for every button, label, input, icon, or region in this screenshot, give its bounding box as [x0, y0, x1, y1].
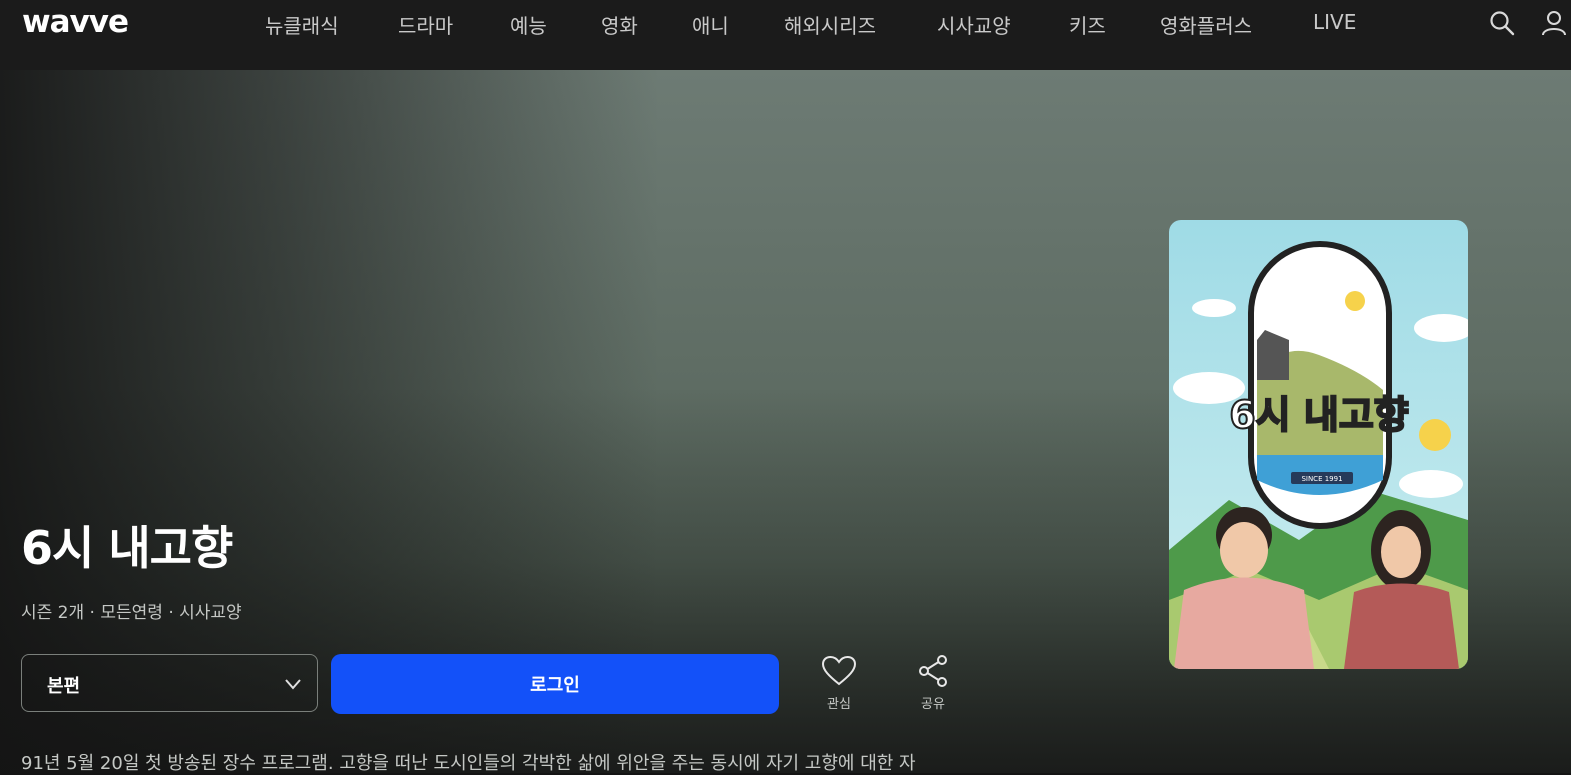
- nav-item-movie-plus[interactable]: 영화플러스: [1160, 10, 1252, 39]
- nav-item-overseas-series[interactable]: 해외시리즈: [784, 10, 876, 39]
- like-button[interactable]: 관심: [814, 655, 864, 717]
- nav-item-live[interactable]: LIVE: [1313, 10, 1356, 34]
- heart-icon: [821, 655, 857, 686]
- episode-select-value: 본편: [47, 676, 81, 697]
- nav-item-kids[interactable]: 키즈: [1069, 10, 1106, 39]
- nav-item-entertainment[interactable]: 예능: [510, 10, 547, 39]
- nav-item-movie[interactable]: 영화: [601, 10, 638, 39]
- login-button[interactable]: 로그인: [331, 654, 779, 714]
- program-meta: 시즌 2개 · 모든연령 · 시사교양: [21, 603, 242, 623]
- poster-illustration: SINCE 1991 6시 내고향: [1169, 220, 1468, 669]
- poster-logo-text: 6시 내고향: [1229, 393, 1409, 437]
- episode-select[interactable]: 본편: [21, 654, 318, 712]
- share-button[interactable]: 공유: [908, 655, 958, 717]
- wavve-logo[interactable]: wavve: [22, 4, 129, 40]
- program-title: 6시 내고향: [21, 521, 233, 575]
- program-description: 91년 5월 20일 첫 방송된 장수 프로그램. 고향을 떠난 도시인들의 각…: [21, 753, 916, 774]
- share-icon: [919, 655, 947, 687]
- top-navigation-bar: wavve 뉴클래식 드라마 예능 영화 애니 해외시리즈 시사교양 키즈 영화…: [0, 0, 1571, 70]
- poster-since-text: SINCE 1991: [1301, 475, 1342, 483]
- chevron-down-icon: [285, 679, 301, 690]
- nav-item-current-affairs[interactable]: 시사교양: [937, 10, 1011, 39]
- user-icon[interactable]: [1541, 10, 1567, 36]
- nav-item-new-classic[interactable]: 뉴클래식: [265, 10, 339, 39]
- program-poster: SINCE 1991 6시 내고향: [1169, 220, 1468, 669]
- nav-item-drama[interactable]: 드라마: [398, 10, 453, 39]
- search-icon[interactable]: [1489, 10, 1515, 36]
- like-label: 관심: [827, 697, 851, 712]
- nav-item-animation[interactable]: 애니: [692, 10, 729, 39]
- share-label: 공유: [921, 697, 945, 712]
